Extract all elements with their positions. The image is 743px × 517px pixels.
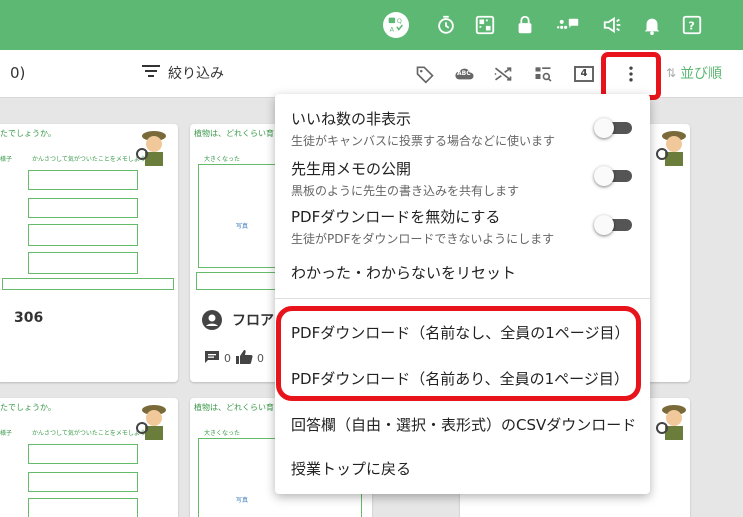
bell-icon[interactable] bbox=[640, 13, 664, 37]
student-card[interactable]: たでしょうか。 かんさつして気がついたことをメモしよう。 様子 bbox=[0, 398, 178, 517]
svg-text:Q: Q bbox=[397, 17, 402, 25]
like-count: 0 bbox=[257, 352, 264, 365]
lock-icon[interactable] bbox=[513, 13, 537, 37]
more-options-menu: いいね数の非表示 生徒がキャンバスに投票する場合などに使います 先生用メモの公開… bbox=[275, 94, 650, 494]
sort-button[interactable]: ⇅ 並び順 bbox=[666, 63, 722, 83]
explorer-illustration bbox=[136, 128, 172, 170]
menu-item-publish-teacher-memo[interactable]: 先生用メモの公開 黒板のように先生の書き込みを共有します bbox=[291, 158, 636, 199]
author-name: フロア bbox=[232, 313, 274, 329]
hide-likes-toggle[interactable] bbox=[594, 118, 632, 138]
qr-code-icon[interactable] bbox=[473, 13, 497, 37]
shuffle-icon[interactable] bbox=[492, 63, 514, 85]
announcement-icon[interactable] bbox=[601, 13, 625, 37]
svg-text:A: A bbox=[390, 25, 395, 33]
comment-icon[interactable] bbox=[204, 349, 220, 368]
menu-item-reset-understanding[interactable]: わかった・わからないをリセット bbox=[291, 262, 636, 283]
tag-icon[interactable] bbox=[414, 63, 436, 85]
sort-icon: ⇅ bbox=[666, 66, 677, 80]
pdf-download-highlight bbox=[276, 306, 641, 401]
card-reactions: 0 0 bbox=[204, 349, 264, 368]
group-chat-icon[interactable] bbox=[553, 13, 583, 37]
filter-button[interactable]: 絞り込み bbox=[142, 63, 224, 83]
columns-icon[interactable]: 4 bbox=[572, 63, 596, 85]
explorer-illustration bbox=[656, 402, 690, 444]
item-count: 0) bbox=[10, 64, 26, 82]
menu-item-disable-pdf[interactable]: PDFダウンロードを無効にする 生徒がPDFをダウンロードできないようにします bbox=[291, 206, 636, 247]
top-app-bar: QA ? bbox=[0, 0, 743, 50]
menu-divider bbox=[275, 298, 650, 299]
menu-item-hide-likes[interactable]: いいね数の非表示 生徒がキャンバスに投票する場合などに使います bbox=[291, 108, 636, 149]
disable-pdf-toggle[interactable] bbox=[594, 215, 632, 235]
more-button-highlight bbox=[601, 52, 661, 100]
explorer-illustration bbox=[136, 402, 172, 444]
help-icon[interactable]: ? bbox=[680, 13, 704, 37]
column-count: 4 bbox=[574, 66, 594, 82]
svg-text:?: ? bbox=[688, 20, 694, 33]
avatar-icon bbox=[202, 310, 222, 330]
menu-item-back-to-class-top[interactable]: 授業トップに戻る bbox=[291, 458, 636, 479]
sort-label: 並び順 bbox=[680, 66, 723, 82]
student-card[interactable]: たでしょうか。 かんさつして気がついたことをメモしよう。 様子 306 bbox=[0, 124, 178, 382]
like-icon[interactable] bbox=[235, 349, 253, 368]
filter-icon bbox=[142, 64, 160, 82]
menu-item-csv-download[interactable]: 回答欄（自由・選択・表形式）のCSVダウンロード bbox=[291, 414, 636, 435]
comment-count: 0 bbox=[224, 352, 231, 365]
quiz-icon[interactable]: QA bbox=[383, 12, 409, 38]
spellcheck-cloud-icon[interactable]: ABC bbox=[452, 63, 478, 85]
explorer-illustration bbox=[656, 128, 690, 170]
view-grid-icon[interactable] bbox=[532, 63, 554, 85]
publish-memo-toggle[interactable] bbox=[594, 166, 632, 186]
filter-label: 絞り込み bbox=[168, 66, 224, 82]
card-number: 306 bbox=[14, 310, 44, 326]
abc-badge: ABC bbox=[457, 70, 471, 77]
timer-icon[interactable] bbox=[434, 13, 458, 37]
